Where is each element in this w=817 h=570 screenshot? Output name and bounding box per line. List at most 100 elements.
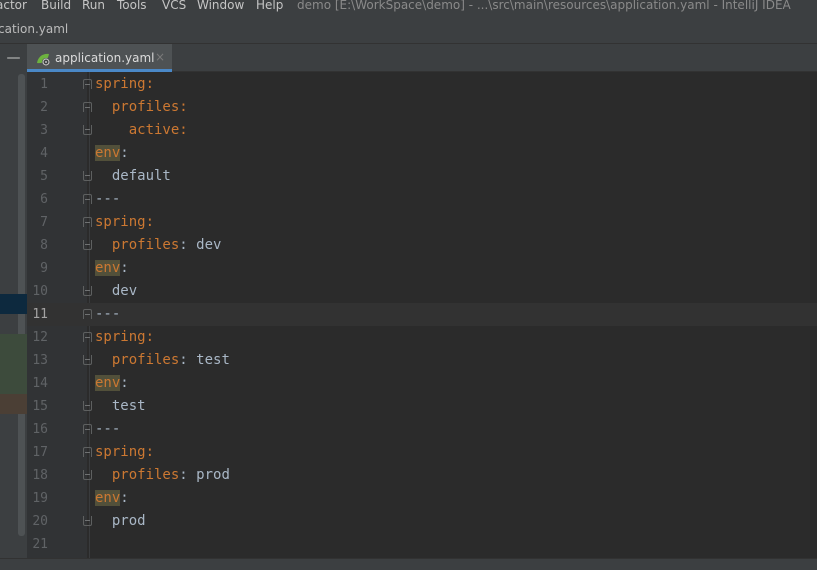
code-line[interactable]: 6 --- (27, 188, 817, 211)
fold-end-icon[interactable] (83, 286, 92, 296)
yaml-token: : (145, 76, 155, 92)
menu-vcs-label: VCS (162, 0, 187, 12)
menu-tools[interactable]: Tools (117, 0, 147, 13)
yaml-token (95, 168, 112, 184)
code-line[interactable]: 7 spring: (27, 211, 817, 234)
line-number: 20 (32, 514, 48, 529)
code-line[interactable]: 21 (27, 533, 817, 556)
tab-application-yaml[interactable]: application.yaml × (27, 44, 172, 72)
yaml-token: : (120, 490, 129, 506)
fold-end-icon[interactable] (83, 240, 92, 250)
menu-window-label: Window (197, 0, 245, 12)
yaml-token: : (179, 352, 197, 368)
yaml-token: dev (196, 237, 222, 253)
line-number: 19 (32, 491, 48, 506)
code-line[interactable]: 9 env: (27, 257, 817, 280)
code-line[interactable]: 17 spring: (27, 441, 817, 464)
menu-run[interactable]: Run (82, 0, 105, 13)
window-title: demo [E:\WorkSpace\demo] - ...\src\main\… (297, 0, 791, 12)
line-code: spring: (95, 441, 154, 464)
menu-vcs[interactable]: VCS (162, 0, 186, 13)
code-line[interactable]: 10 dev (27, 280, 817, 303)
fold-expand-icon[interactable] (83, 332, 92, 342)
fold-expand-icon[interactable] (83, 79, 92, 89)
menu-refactor-label: actor (0, 0, 27, 12)
fold-end-icon[interactable] (83, 401, 92, 411)
menu-refactor[interactable]: actor (0, 0, 27, 13)
code-line[interactable]: 5 default (27, 165, 817, 188)
fold-expand-icon[interactable] (83, 424, 92, 434)
fold-expand-icon[interactable] (83, 309, 92, 319)
code-editor[interactable]: 1 spring: 2 profiles: 3 active: 4 env: 5 defau… (27, 72, 817, 558)
menu-help-label: Help (256, 0, 284, 12)
code-line[interactable]: 13 profiles: test (27, 349, 817, 372)
menu-window[interactable]: Window (197, 0, 244, 13)
yaml-token (95, 237, 112, 253)
yaml-token: default (111, 168, 171, 184)
yaml-token: test (111, 398, 146, 414)
fold-expand-icon[interactable] (83, 217, 92, 227)
yaml-key: profiles (111, 237, 180, 253)
menu-build[interactable]: Build (41, 0, 71, 13)
yaml-key: spring (95, 329, 146, 345)
line-number: 3 (40, 123, 48, 138)
code-line[interactable]: 15 test (27, 395, 817, 418)
code-line[interactable]: 1 spring: (27, 73, 817, 96)
code-line[interactable]: 3 active: (27, 119, 817, 142)
yaml-key: spring (95, 76, 146, 92)
fold-end-icon[interactable] (83, 355, 92, 365)
line-code: test (95, 395, 146, 418)
close-tab-icon[interactable]: × (155, 50, 165, 64)
line-number: 1 (40, 77, 48, 92)
fold-end-icon[interactable] (83, 171, 92, 181)
code-line[interactable]: 12 spring: (27, 326, 817, 349)
yaml-token: dev (111, 283, 138, 299)
yaml-key: profiles (111, 99, 180, 115)
yaml-key: active (128, 122, 180, 138)
code-line[interactable]: 8 profiles: dev (27, 234, 817, 257)
line-code: spring: (95, 73, 154, 96)
editor-tab-bar: application.yaml × (27, 44, 817, 72)
fold-expand-icon[interactable] (83, 194, 92, 204)
yaml-token (95, 467, 112, 483)
line-code: active: (95, 119, 188, 142)
yaml-token: --- (95, 191, 121, 207)
yaml-key: profiles (111, 352, 180, 368)
menu-help[interactable]: Help (256, 0, 283, 13)
yaml-token: : (179, 99, 188, 115)
code-line[interactable]: 20 prod (27, 510, 817, 533)
fold-end-icon[interactable] (83, 125, 92, 135)
line-number: 10 (32, 284, 48, 299)
yaml-token: prod (196, 467, 230, 483)
line-number: 5 (40, 169, 48, 184)
code-line[interactable]: 11 --- (27, 303, 817, 326)
yaml-token: : (145, 444, 155, 460)
line-number: 7 (40, 215, 48, 230)
fold-expand-icon[interactable] (83, 102, 92, 112)
selected-row-marker (0, 294, 27, 314)
code-line[interactable]: 19 env: (27, 487, 817, 510)
code-line[interactable]: 18 profiles: prod (27, 464, 817, 487)
fold-end-icon[interactable] (83, 470, 92, 480)
fold-end-icon[interactable] (83, 516, 92, 526)
tab-label: application.yaml (55, 51, 155, 65)
yaml-token: : (145, 214, 155, 230)
breadcrumb-file[interactable]: cation.yaml (0, 22, 68, 36)
line-number: 9 (40, 261, 48, 276)
yaml-key: profiles (111, 467, 180, 483)
line-number: 14 (32, 376, 48, 391)
yaml-key: env (95, 375, 121, 391)
collapse-pane-button[interactable]: — (0, 44, 27, 72)
fold-expand-icon[interactable] (83, 447, 92, 457)
line-code: env: (95, 257, 129, 280)
line-code: spring: (95, 326, 154, 349)
yaml-token: : (179, 467, 197, 483)
line-code: dev (95, 280, 137, 303)
yaml-token: --- (95, 421, 121, 437)
yaml-token: : (120, 375, 129, 391)
code-line[interactable]: 4 env: (27, 142, 817, 165)
code-line[interactable]: 2 profiles: (27, 96, 817, 119)
code-line[interactable]: 16 --- (27, 418, 817, 441)
line-number: 15 (32, 399, 48, 414)
code-line[interactable]: 14 env: (27, 372, 817, 395)
